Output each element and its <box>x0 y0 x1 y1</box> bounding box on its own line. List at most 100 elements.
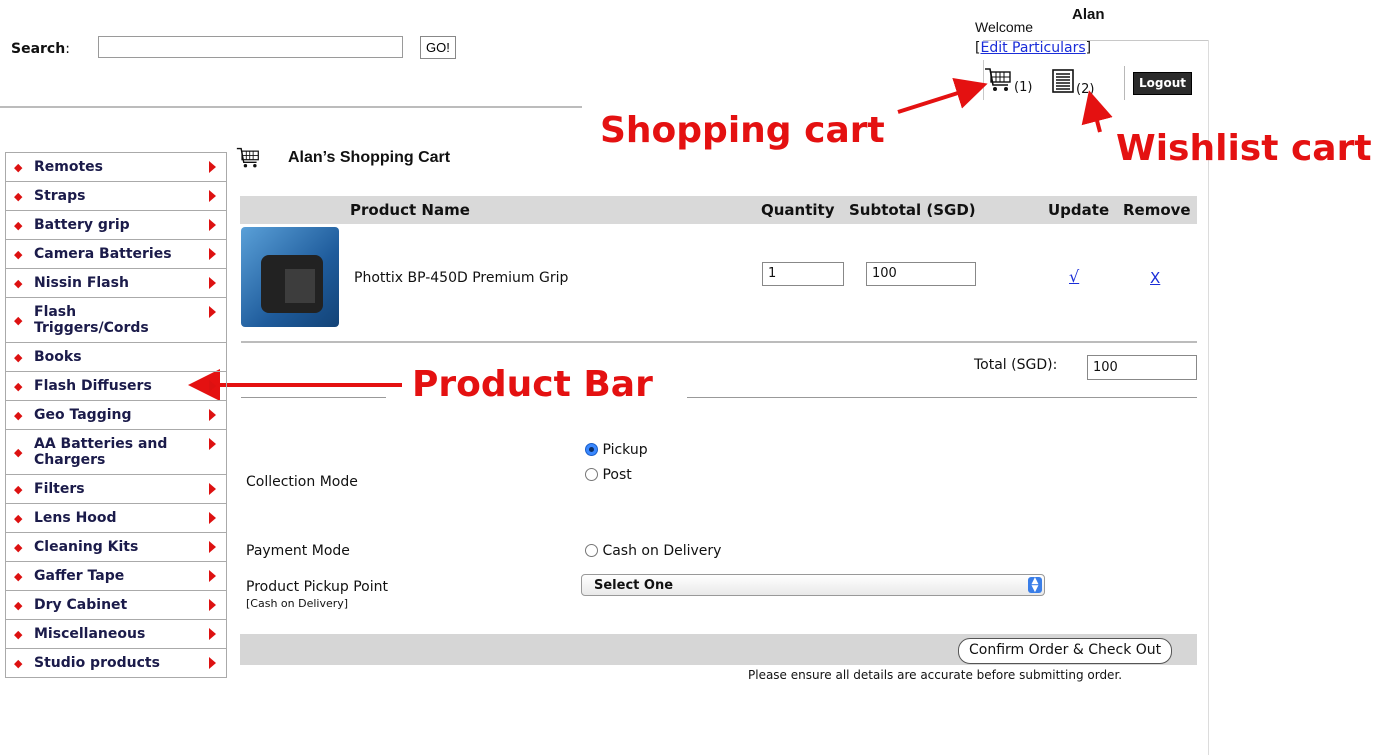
sidebar-item-flash-triggers[interactable]: ◆ Flash Triggers/Cords <box>5 298 227 343</box>
product-image <box>241 227 339 327</box>
sidebar-item-label: Remotes <box>34 159 104 175</box>
arrow-right-icon <box>209 599 216 611</box>
sidebar-item-label: Straps <box>34 188 86 204</box>
confirm-checkout-button[interactable]: Confirm Order & Check Out <box>958 638 1173 664</box>
arrow-right-icon <box>209 512 216 524</box>
payment-mode-label: Payment Mode <box>246 543 350 559</box>
radio-icon[interactable] <box>585 468 598 481</box>
update-check-link[interactable]: √ <box>1069 267 1079 286</box>
arrow-to-wishlist <box>1081 90 1113 133</box>
page-title: Alan’s Shopping Cart <box>288 149 451 166</box>
bullet-icon: ◆ <box>14 380 23 393</box>
sidebar-item-books[interactable]: ◆ Books <box>5 343 227 372</box>
product-sidebar: ◆ Remotes ◆ Straps ◆ Battery grip ◆ Camera B… <box>5 152 227 678</box>
radio-pickup[interactable]: Pickup <box>585 442 648 458</box>
radio-icon[interactable] <box>585 544 598 557</box>
bullet-icon: ◆ <box>14 248 23 261</box>
sidebar-item-lens-hood[interactable]: ◆ Lens Hood <box>5 504 227 533</box>
arrow-right-icon <box>209 277 216 289</box>
bullet-icon: ◆ <box>14 657 23 670</box>
arrow-to-cart <box>897 78 988 114</box>
bullet-icon: ◆ <box>14 314 23 327</box>
sidebar-item-battery-grip[interactable]: ◆ Battery grip <box>5 211 227 240</box>
arrow-right-icon <box>209 438 216 450</box>
sidebar-item-label: Miscellaneous <box>34 626 146 642</box>
sidebar-item-label: Filters <box>34 481 85 497</box>
sidebar-item-label: Nissin Flash <box>34 275 129 291</box>
sidebar-item-label: Cleaning Kits <box>34 539 139 555</box>
sidebar-item-straps[interactable]: ◆ Straps <box>5 182 227 211</box>
sidebar-item-label: Studio products <box>34 655 160 671</box>
sidebar-item-label: Dry Cabinet <box>34 597 128 613</box>
sidebar-item-geo-tagging[interactable]: ◆ Geo Tagging <box>5 401 227 430</box>
arrow-right-icon <box>209 409 216 421</box>
col-quantity: Quantity <box>761 201 835 219</box>
bullet-icon: ◆ <box>14 277 23 290</box>
arrow-right-icon <box>209 219 216 231</box>
sidebar-item-cleaning-kits[interactable]: ◆ Cleaning Kits <box>5 533 227 562</box>
radio-cash-on-delivery[interactable]: Cash on Delivery <box>585 543 721 559</box>
sidebar-item-label: Battery grip <box>34 217 130 233</box>
pickup-point-select[interactable]: Select One ▲ ▼ <box>581 574 1045 596</box>
col-product-name: Product Name <box>350 201 470 219</box>
sidebar-item-label: Books <box>34 349 82 365</box>
sidebar-item-remotes[interactable]: ◆ Remotes <box>5 152 227 182</box>
sidebar-item-nissin-flash[interactable]: ◆ Nissin Flash <box>5 269 227 298</box>
bullet-icon: ◆ <box>14 599 23 612</box>
arrow-right-icon <box>209 628 216 640</box>
sidebar-item-camera-batteries[interactable]: ◆ Camera Batteries <box>5 240 227 269</box>
bullet-icon: ◆ <box>14 483 23 496</box>
bullet-icon: ◆ <box>14 446 23 459</box>
arrow-right-icon <box>209 190 216 202</box>
col-subtotal: Subtotal (SGD) <box>849 201 976 219</box>
bullet-icon: ◆ <box>14 570 23 583</box>
sidebar-item-dry-cabinet[interactable]: ◆ Dry Cabinet <box>5 591 227 620</box>
bullet-icon: ◆ <box>14 512 23 525</box>
radio-selected-icon[interactable] <box>585 443 598 456</box>
pickup-point-sublabel: [Cash on Delivery] <box>246 597 349 610</box>
cart-icon <box>236 146 260 174</box>
table-divider <box>241 341 1197 343</box>
arrow-right-icon <box>209 541 216 553</box>
sidebar-item-aa-batteries[interactable]: ◆ AA Batteries and Chargers <box>5 430 227 475</box>
radio-cod-label: Cash on Delivery <box>602 543 722 559</box>
sidebar-item-label: AA Batteries and Chargers <box>34 436 168 468</box>
bullet-icon: ◆ <box>14 541 23 554</box>
bullet-icon: ◆ <box>14 351 23 364</box>
collection-mode-label: Collection Mode <box>246 474 358 490</box>
arrow-right-icon <box>209 306 216 318</box>
bullet-icon: ◆ <box>14 161 23 174</box>
bullet-icon: ◆ <box>14 219 23 232</box>
remove-x-link[interactable]: X <box>1150 269 1160 287</box>
total-label: Total (SGD): <box>974 357 1058 373</box>
sidebar-item-label: Geo Tagging <box>34 407 132 423</box>
select-arrows-icon: ▲ ▼ <box>1028 577 1042 594</box>
pickup-point-label: Product Pickup Point <box>246 579 388 595</box>
arrow-right-icon <box>209 657 216 669</box>
cart-title-icon-graphic <box>236 147 259 168</box>
arrow-right-icon <box>209 161 216 173</box>
sidebar-item-label: Flash Triggers/Cords <box>34 304 149 336</box>
col-remove: Remove <box>1123 201 1191 219</box>
sidebar-item-label: Camera Batteries <box>34 246 172 262</box>
quantity-input[interactable]: 1 <box>762 262 844 286</box>
ensure-note: Please ensure all details are accurate b… <box>748 668 1123 682</box>
arrow-right-icon <box>209 380 216 392</box>
sidebar-item-label: Flash Diffusers <box>34 378 152 394</box>
arrow-right-icon <box>209 248 216 260</box>
cart-table-header: Product Name Quantity Subtotal (SGD) Upd… <box>240 196 1197 224</box>
sidebar-item-gaffer-tape[interactable]: ◆ Gaffer Tape <box>5 562 227 591</box>
sidebar-item-studio-products[interactable]: ◆ Studio products <box>5 649 227 678</box>
sidebar-item-flash-diffusers[interactable]: ◆ Flash Diffusers <box>5 372 227 401</box>
col-update: Update <box>1048 201 1110 219</box>
total-field: 100 <box>1087 355 1197 380</box>
sidebar-item-label: Gaffer Tape <box>34 568 125 584</box>
sidebar-item-miscellaneous[interactable]: ◆ Miscellaneous <box>5 620 227 649</box>
product-name: Phottix BP-450D Premium Grip <box>354 270 569 286</box>
sidebar-item-filters[interactable]: ◆ Filters <box>5 475 227 504</box>
bullet-icon: ◆ <box>14 190 23 203</box>
radio-post[interactable]: Post <box>585 467 632 483</box>
bullet-icon: ◆ <box>14 628 23 641</box>
bullet-icon: ◆ <box>14 409 23 422</box>
radio-pickup-label: Pickup <box>602 442 648 458</box>
